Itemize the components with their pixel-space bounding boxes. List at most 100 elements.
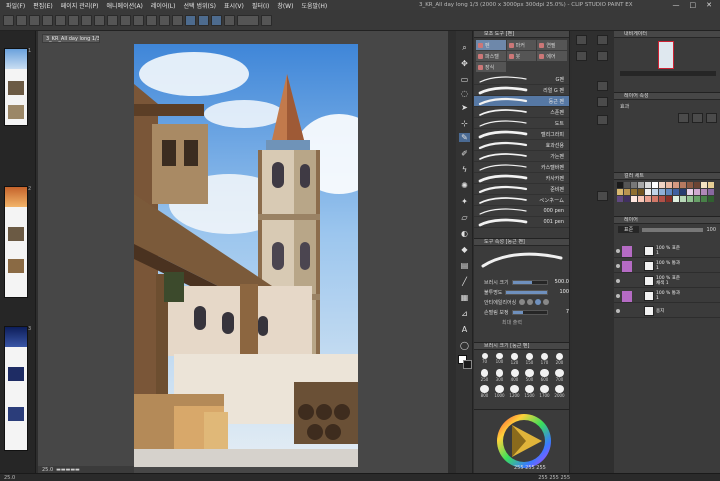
brush-tool-icon[interactable]: ϟ	[459, 165, 470, 174]
color-swatch-cell[interactable]	[673, 182, 679, 188]
page-thumbnail-2[interactable]	[4, 186, 28, 298]
brush-item[interactable]: ペンネーム	[474, 195, 569, 206]
color-swatch-cell[interactable]	[687, 182, 693, 188]
brush-size-preset[interactable]: 120	[508, 353, 521, 366]
menu-item-9[interactable]: 도움말(H)	[301, 1, 327, 10]
menu-item-5[interactable]: 선택 범위(S)	[184, 1, 216, 10]
menu-item-4[interactable]: 레이어(L)	[151, 1, 176, 10]
color-swatch-cell[interactable]	[701, 182, 707, 188]
material-icon[interactable]	[576, 35, 587, 45]
invert-selection-icon[interactable]	[120, 14, 131, 26]
property-slider[interactable]	[511, 309, 548, 315]
layer-opacity-slider[interactable]	[642, 227, 704, 232]
gradient-tool-icon[interactable]: ▤	[459, 261, 470, 270]
brush-size-preset[interactable]: 1700	[538, 385, 551, 398]
color-swatch-cell[interactable]	[666, 196, 672, 202]
property-slider[interactable]	[505, 289, 548, 295]
brush-item[interactable]: 둥근 펜	[474, 96, 569, 107]
subtool-tab-2[interactable]: 연필	[537, 40, 567, 50]
zoom-tool-icon[interactable]: ⌕	[459, 43, 470, 52]
brush-item[interactable]: 카스텔바펜	[474, 162, 569, 173]
subtool-tab-3[interactable]: 파스텔	[476, 51, 506, 61]
layer-row[interactable]: 100 % 통과 1	[614, 260, 720, 273]
pencil-tool-icon[interactable]: ✐	[459, 149, 470, 158]
clear-icon[interactable]	[68, 14, 79, 26]
brush-size-preset[interactable]: 500	[523, 369, 536, 382]
eye-icon[interactable]	[616, 249, 620, 253]
color-swatch-cell[interactable]	[687, 196, 693, 202]
color-swatch-cell[interactable]	[666, 189, 672, 195]
navigator-preview[interactable]	[658, 41, 674, 69]
undo-icon[interactable]	[42, 14, 53, 26]
brush-item[interactable]: 000 pen	[474, 206, 569, 217]
minimize-button[interactable]: —	[673, 1, 680, 9]
text-tool-icon[interactable]: A	[459, 325, 470, 334]
layer-row[interactable]: 100 % 표준 1	[614, 245, 720, 258]
brush-size-preset[interactable]: 600	[538, 369, 551, 382]
settings-icon[interactable]	[261, 14, 272, 26]
color-swatch-cell[interactable]	[680, 182, 686, 188]
fill-icon[interactable]	[81, 14, 92, 26]
ruler-tool-icon[interactable]: ⊿	[459, 309, 470, 318]
subtool-tab-6[interactable]: 장식	[476, 62, 506, 72]
color-swatch-cell[interactable]	[701, 196, 707, 202]
layer-row[interactable]: 용지	[614, 305, 720, 318]
zoom-value[interactable]: 25.0	[42, 467, 53, 473]
color-swatch-cell[interactable]	[680, 189, 686, 195]
brush-size-preset[interactable]: 1500	[523, 385, 536, 398]
navigator-zoom-slider[interactable]	[620, 71, 716, 76]
companion-icon[interactable]	[237, 14, 259, 26]
maximize-button[interactable]: □	[690, 1, 697, 9]
brush-item[interactable]: 텔리그라피	[474, 129, 569, 140]
blend-tool-icon[interactable]: ◐	[459, 229, 470, 238]
flip-icon[interactable]	[159, 14, 170, 26]
subtool-tab-1[interactable]: 마커	[506, 40, 537, 50]
brush-size-preset[interactable]: 200	[553, 353, 566, 366]
menu-item-1[interactable]: 편집(E)	[33, 1, 53, 10]
brush-item[interactable]: G펜	[474, 74, 569, 85]
menu-item-7[interactable]: 필터(I)	[252, 1, 270, 10]
brush-size-preset[interactable]: 1200	[508, 385, 521, 398]
rotate-icon[interactable]	[146, 14, 157, 26]
open-file-icon[interactable]	[16, 14, 27, 26]
color-swatch[interactable]	[458, 355, 472, 369]
brush-item[interactable]: 001 pen	[474, 217, 569, 228]
layer-row[interactable]: 100 % 표준 채색 1	[614, 275, 720, 288]
transform-icon[interactable]	[94, 14, 105, 26]
property-value[interactable]: 500.0	[553, 279, 569, 285]
fill-tool-icon[interactable]: ◆	[459, 245, 470, 254]
color-swatch-cell[interactable]	[645, 196, 651, 202]
color-swatch-cell[interactable]	[617, 189, 623, 195]
brush-item[interactable]: 카사카펜	[474, 173, 569, 184]
balloon-tool-icon[interactable]: ◯	[459, 341, 470, 350]
menu-item-2[interactable]: 페이지 관리(P)	[61, 1, 99, 10]
color-swatch-cell[interactable]	[659, 196, 665, 202]
subtool-tab-0[interactable]: 펜	[476, 40, 506, 50]
brush-size-preset[interactable]: 300	[493, 369, 506, 382]
brush-size-preset[interactable]: 1000	[493, 385, 506, 398]
frame-tool-icon[interactable]: ▦	[459, 293, 470, 302]
brush-size-preset[interactable]: 800	[478, 385, 491, 398]
layer-row[interactable]: 100 % 통과 1	[614, 290, 720, 303]
new-file-icon[interactable]	[3, 14, 14, 26]
document-tab[interactable]: 3_KR_All day long 1/3	[42, 34, 100, 43]
navigator-icon[interactable]	[597, 81, 608, 91]
eye-icon[interactable]	[616, 264, 620, 268]
color-swatch-cell[interactable]	[645, 182, 651, 188]
brush-size-preset[interactable]: 70	[478, 353, 491, 366]
color-swatch-cell[interactable]	[638, 196, 644, 202]
eraser-tool-icon[interactable]: ▱	[459, 213, 470, 222]
color-swatch-cell[interactable]	[631, 189, 637, 195]
zoom-slider-icon[interactable]: ▬▬▬▬▬	[56, 467, 80, 473]
blend-mode-select[interactable]: 표준	[618, 226, 640, 233]
zoom-in-icon[interactable]	[172, 14, 183, 26]
page-thumbnail-1[interactable]	[4, 48, 28, 126]
color-swatch-cell[interactable]	[652, 182, 658, 188]
color-swatch-cell[interactable]	[638, 189, 644, 195]
color-swatch-cell[interactable]	[673, 189, 679, 195]
color-swatch-cell[interactable]	[687, 189, 693, 195]
shape-tool-icon[interactable]: ╱	[459, 277, 470, 286]
color-swatch-cell[interactable]	[694, 196, 700, 202]
max-output-label[interactable]: 최대 출력	[474, 317, 569, 327]
panel-icon[interactable]	[597, 35, 608, 45]
